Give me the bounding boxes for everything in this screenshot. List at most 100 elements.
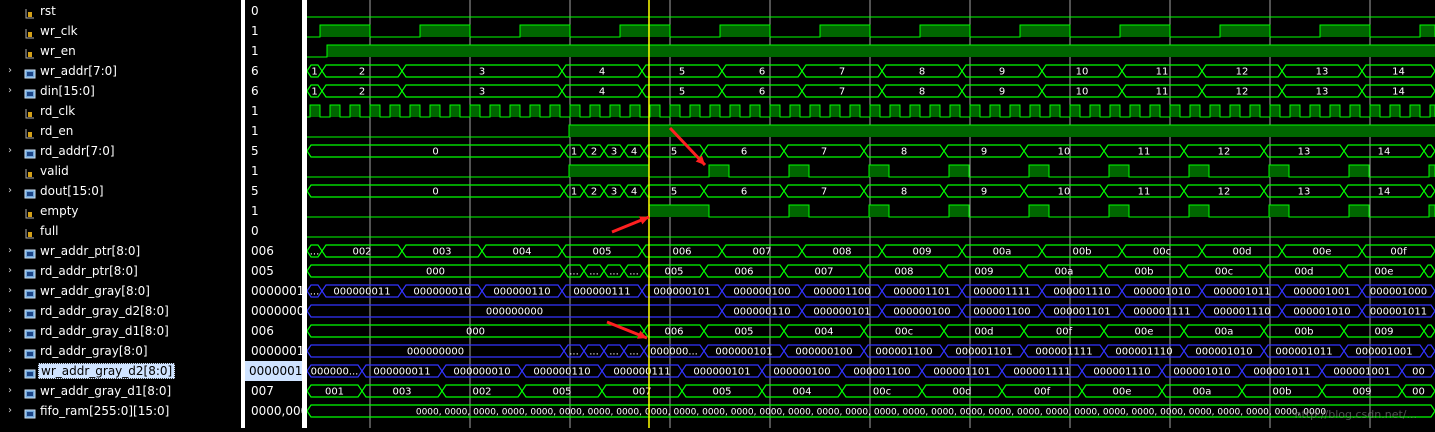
signal-row[interactable]: › rd_addr_gray_d2[8:0] [0,301,241,321]
expand-chevron-icon[interactable]: › [8,85,18,97]
signal-row[interactable]: › rd_addr_gray[8:0] [0,341,241,361]
value-row[interactable]: 1 [245,161,302,181]
expand-chevron-icon[interactable]: › [8,145,18,157]
signal-row[interactable]: wr_en [0,41,241,61]
empty-high-fill [649,205,709,217]
bus-value-label: 00e [1113,387,1132,398]
bus-value-label: 000001110 [1053,287,1110,298]
signal-row[interactable]: empty [0,201,241,221]
bus-value-label: ... [569,347,579,358]
value-row[interactable]: 005 [245,261,302,281]
bus-value-label: 000001101 [893,287,950,298]
bus-value-label: 009 [974,267,993,278]
signal-name: din[15:0] [40,84,95,98]
bus-value-label: 00d [1294,267,1313,278]
expand-chevron-icon[interactable]: › [8,405,18,417]
bus-value-label: 004 [512,247,531,258]
signal-row[interactable]: › wr_addr_gray[8:0] [0,281,241,301]
value-row[interactable]: 00000011 [245,341,302,361]
clock-high-fill [750,105,760,117]
signal-row[interactable]: › wr_addr_ptr[8:0] [0,241,241,261]
bus-value-label: 000001001 [1333,367,1390,378]
bus-value-label: 000 [426,267,445,278]
bus-value-label: 000000101 [653,287,710,298]
value-row[interactable]: 006 [245,241,302,261]
value-row[interactable]: 6 [245,81,302,101]
empty-high-fill [949,205,969,217]
value-row[interactable]: 007 [245,381,302,401]
bus-value-label: 00b [1134,267,1153,278]
bus-value-label: 003 [392,387,411,398]
signal-row[interactable]: › wr_addr[7:0] [0,61,241,81]
bus-value-label: 5 [671,187,677,198]
clock-high-fill [330,105,340,117]
signal-row[interactable]: rst [0,1,241,21]
bus-value-label: ... [589,267,599,278]
value-row[interactable]: 5 [245,181,302,201]
value-row[interactable]: 0000,000 [245,401,302,421]
bus-value-label: 000000010 [413,287,470,298]
signal-row[interactable]: valid [0,161,241,181]
valid-high-fill [1109,165,1129,177]
bus-value-label: 00c [895,327,913,338]
expand-chevron-icon[interactable]: › [8,265,18,277]
value-row[interactable]: 00000010 [245,281,302,301]
value-row[interactable]: 00000000 [245,301,302,321]
signal-row[interactable]: › dout[15:0] [0,181,241,201]
value-row[interactable]: 0 [245,221,302,241]
bit-signal-icon [24,25,36,39]
value-row[interactable]: 5 [245,141,302,161]
waveform-panel[interactable]: 1 2 3 4 5 6 7 8 9 10 11 12 13 14 1 2 3 4 5 6 7 8 9 10 11 12 13 14 0 1… [306,0,1435,428]
expand-chevron-icon[interactable]: › [8,285,18,297]
bus-value-label: 002 [472,387,491,398]
waveform-canvas[interactable]: 1 2 3 4 5 6 7 8 9 10 11 12 13 141 2 3 4 5 6 7 8 9 10 11 12 13 140 1… [306,0,1435,428]
bus-signal-icon [24,265,36,279]
bus-value-label: 3 [479,87,485,98]
signal-row[interactable]: › rd_addr_gray_d1[8:0] [0,321,241,341]
expand-chevron-icon[interactable]: › [8,325,18,337]
expand-chevron-icon[interactable]: › [8,345,18,357]
bus-value-label: 000000... [311,367,359,378]
signal-row[interactable]: › wr_addr_gray_d1[8:0] [0,381,241,401]
value-row[interactable]: 1 [245,41,302,61]
value-row[interactable]: 1 [245,201,302,221]
wr-en-fill [327,45,1435,57]
expand-chevron-icon[interactable]: › [8,305,18,317]
bus-value-label: 0 [432,147,438,158]
rd-addr-gray-segment [1423,344,1435,358]
value-row[interactable]: 1 [245,21,302,41]
clock-high-fill [1250,105,1260,117]
bus-value-label: 5 [679,67,685,78]
signal-row[interactable]: › fifo_ram[255:0][15:0] [0,401,241,421]
value-row[interactable]: 6 [245,61,302,81]
value-row[interactable]: 0 [245,1,302,21]
empty-high-fill [1029,205,1049,217]
expand-chevron-icon[interactable]: › [8,385,18,397]
bit-signal-icon [24,225,36,239]
bus-value-label: 000001001 [1293,287,1350,298]
value-row[interactable]: 006 [245,321,302,341]
value-row[interactable]: 1 [245,121,302,141]
value-row[interactable]: 00000011 [245,361,302,381]
signal-row[interactable]: rd_clk [0,101,241,121]
bus-value-label: 006 [664,327,683,338]
signal-row[interactable]: › din[15:0] [0,81,241,101]
clock-high-fill [950,105,960,117]
bus-value-label: 12 [1218,147,1231,158]
signal-row[interactable]: › rd_addr[7:0] [0,141,241,161]
expand-chevron-icon[interactable]: › [8,185,18,197]
signal-row[interactable]: full [0,221,241,241]
signal-row[interactable]: wr_clk [0,21,241,41]
expand-chevron-icon[interactable]: › [8,65,18,77]
bit-signal-icon [24,205,36,219]
signal-name: rst [40,4,56,18]
signal-row[interactable]: rd_en [0,121,241,141]
clock-high-fill [1190,105,1200,117]
value-row[interactable]: 1 [245,101,302,121]
signal-row[interactable]: › rd_addr_ptr[8:0] [0,261,241,281]
expand-chevron-icon[interactable]: › [8,245,18,257]
bus-value-label: 000001010 [1293,307,1350,318]
expand-chevron-icon[interactable]: › [8,365,18,377]
signal-row[interactable]: › wr_addr_gray_d2[8:0] [0,361,241,381]
bus-value-label: 12 [1218,187,1231,198]
